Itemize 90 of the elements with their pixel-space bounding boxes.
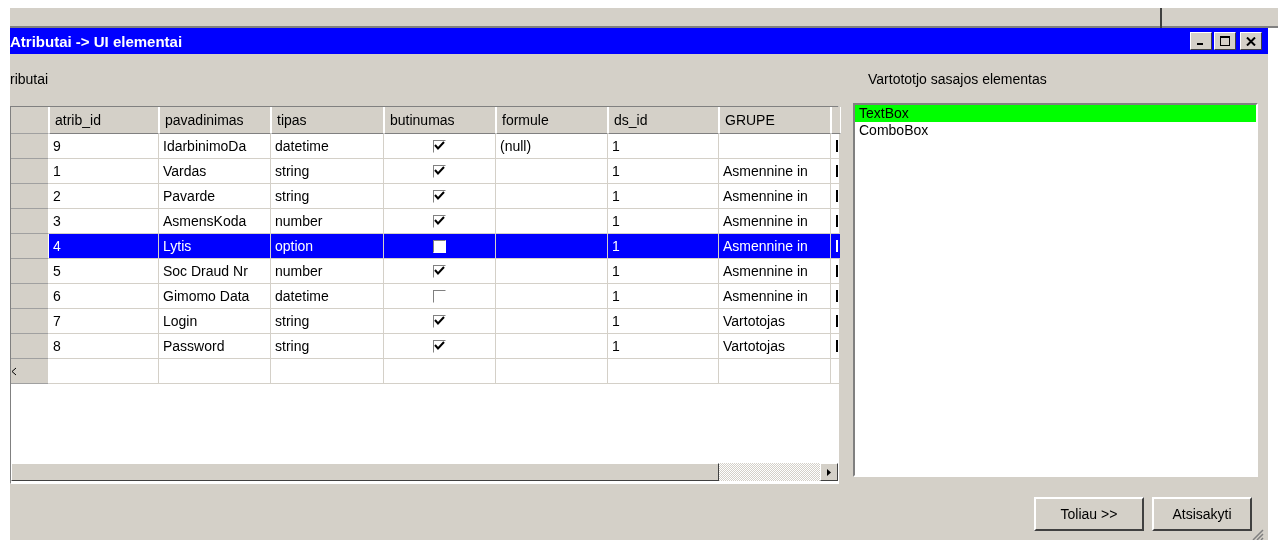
close-icon	[1246, 36, 1256, 46]
table-cell: Asmennine in	[719, 234, 831, 259]
minimize-button[interactable]	[1190, 32, 1212, 50]
column-header[interactable]: tipas	[271, 107, 384, 134]
section-label: ributai	[10, 70, 50, 89]
table-cell: 7	[49, 309, 159, 334]
table-cell: 1	[608, 159, 719, 184]
table-cell: 1	[608, 259, 719, 284]
column-header[interactable]: formule	[496, 107, 608, 134]
list-item[interactable]: TextBox	[855, 105, 1256, 122]
clipped-text-mark	[836, 315, 838, 327]
table-cell: 1	[608, 234, 719, 259]
table-cell: IdarbinimoDa	[159, 134, 271, 159]
row-header[interactable]	[11, 159, 49, 184]
table-cell: 1	[49, 159, 159, 184]
row-header[interactable]	[11, 284, 49, 309]
clipped-text-mark	[836, 240, 838, 252]
close-button[interactable]	[1240, 32, 1262, 50]
row-header[interactable]	[11, 259, 49, 284]
table-cell: Pavarde	[159, 184, 271, 209]
table-cell: string	[271, 334, 384, 359]
table-cell: string	[271, 184, 384, 209]
table-cell: string	[271, 309, 384, 334]
clipped-text-mark	[836, 215, 838, 227]
maximize-icon	[1220, 36, 1230, 46]
table-cell: 9	[49, 134, 159, 159]
column-header[interactable]: GRUPE	[719, 107, 831, 134]
dialog-button[interactable]: Toliau >>	[1034, 497, 1144, 531]
clipped-text-mark	[836, 265, 838, 277]
table-cell[interactable]	[719, 359, 831, 384]
table-cell: 5	[49, 259, 159, 284]
table-cell: Asmennine in	[719, 259, 831, 284]
table-cell: Gimomo Data	[159, 284, 271, 309]
table-cell: option	[271, 234, 384, 259]
table-cell: number	[271, 259, 384, 284]
scroll-right-button[interactable]	[820, 463, 838, 481]
table-cell: Asmennine in	[719, 159, 831, 184]
table-cell: 6	[49, 284, 159, 309]
clipped-text-mark	[836, 165, 838, 177]
column-header[interactable]: ds_id	[608, 107, 719, 134]
row-header[interactable]	[11, 184, 49, 209]
column-header[interactable]: atrib_id	[49, 107, 159, 134]
clipped-text-mark	[836, 190, 838, 202]
row-header[interactable]	[11, 134, 49, 159]
list-item[interactable]: ComboBox	[855, 122, 1256, 139]
right-arrow-icon	[827, 468, 831, 476]
table-cell[interactable]	[496, 359, 608, 384]
table-cell: datetime	[271, 134, 384, 159]
table-cell: Login	[159, 309, 271, 334]
table-cell: 2	[49, 184, 159, 209]
maximize-button[interactable]	[1214, 32, 1236, 50]
table-cell: string	[271, 159, 384, 184]
table-cell: 1	[608, 134, 719, 159]
table-cell[interactable]	[49, 359, 159, 384]
table-cell[interactable]	[384, 359, 496, 384]
table-cell: Asmennine in	[719, 284, 831, 309]
column-header[interactable]: butinumas	[384, 107, 496, 134]
dialog-button[interactable]: Atsisakyti	[1152, 497, 1252, 531]
table-cell: (null)	[496, 134, 608, 159]
clipped-text-mark	[836, 290, 838, 302]
table-cell: datetime	[271, 284, 384, 309]
table-cell: Soc Draud Nr	[159, 259, 271, 284]
resize-grip-icon	[1252, 529, 1264, 540]
table-cell[interactable]	[271, 359, 384, 384]
table-cell: Lytis	[159, 234, 271, 259]
checkbox[interactable]	[433, 239, 446, 253]
column-header[interactable]: pavadinimas	[159, 107, 271, 134]
row-header[interactable]	[11, 309, 49, 334]
row-header[interactable]	[11, 234, 49, 259]
table-cell: Vartotojas	[719, 309, 831, 334]
column-header[interactable]	[831, 107, 841, 134]
table-cell: 4	[49, 234, 159, 259]
section-label: Vartototjo sasajos elementas	[868, 70, 1048, 89]
row-header[interactable]	[11, 359, 49, 384]
table-cell: 1	[608, 184, 719, 209]
table-cell: Vartotojas	[719, 334, 831, 359]
table-cell: 1	[608, 309, 719, 334]
table-cell: 1	[608, 334, 719, 359]
clipped-text-mark	[836, 140, 838, 152]
row-header[interactable]	[11, 334, 49, 359]
table-cell: 8	[49, 334, 159, 359]
row-header[interactable]	[11, 209, 49, 234]
table-cell: Vardas	[159, 159, 271, 184]
clipped-text-mark	[836, 340, 838, 352]
table-cell[interactable]	[159, 359, 271, 384]
table-cell: Asmennine in	[719, 184, 831, 209]
table-cell: Password	[159, 334, 271, 359]
table-cell[interactable]	[608, 359, 719, 384]
table-cell: 1	[608, 284, 719, 309]
window-title: Atributai -> UI elementai	[10, 32, 183, 50]
